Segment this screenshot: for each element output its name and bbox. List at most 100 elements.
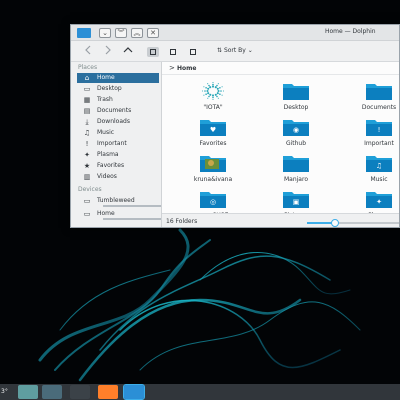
title-bar[interactable]: ⌄ ︾ ︽ ✕ Home — Dolphin xyxy=(71,25,399,41)
file-item-kruna-ivana[interactable]: kruna&ivana xyxy=(185,153,241,187)
sort-by-button[interactable]: ⇅ Sort By ⌄ xyxy=(217,47,253,54)
shade-button[interactable]: ⌄ xyxy=(99,28,111,38)
places-heading: Places xyxy=(78,64,98,71)
zoom-slider[interactable] xyxy=(307,219,399,227)
file-label: Important xyxy=(364,140,394,147)
drive-usage-bar xyxy=(103,218,163,220)
file-item-music[interactable]: ♫ Music xyxy=(351,153,399,187)
task-image-viewer[interactable] xyxy=(18,385,38,399)
device-item-label: Home xyxy=(97,210,115,217)
file-item-iota[interactable]: "IOTA" xyxy=(185,81,241,115)
compact-view-button[interactable] xyxy=(167,47,179,57)
minimize-button[interactable]: ︾ xyxy=(115,28,127,38)
taskbar: 3° xyxy=(0,384,400,400)
sidebar-item-downloads[interactable]: ⤓ Downloads xyxy=(77,117,159,127)
up-button[interactable] xyxy=(123,45,133,59)
zoom-slider-handle[interactable] xyxy=(331,219,340,227)
sidebar-item-label: Important xyxy=(97,140,127,147)
toolbar: ⇅ Sort By ⌄ xyxy=(71,42,399,62)
drive-icon: ▭ xyxy=(83,197,91,205)
sidebar-item-label: Downloads xyxy=(97,118,130,125)
sidebar-item-videos[interactable]: ▥ Videos xyxy=(77,172,159,182)
svg-text:◎: ◎ xyxy=(210,198,216,206)
file-item-important[interactable]: ! Important xyxy=(351,117,399,151)
device-item-label: Tumbleweed xyxy=(97,197,135,204)
sidebar-item-music[interactable]: ♫ Music xyxy=(77,128,159,138)
sidebar-item-trash[interactable]: ▦ Trash xyxy=(77,95,159,105)
folder-icon: ♥ xyxy=(199,117,227,137)
file-view: > Home "IOTA" Desktop Documents ♥ Favorites ◉… xyxy=(162,62,399,227)
sidebar-item-important[interactable]: ! Important xyxy=(77,139,159,149)
file-item-documents[interactable]: Documents xyxy=(351,81,399,115)
plasma-icon: ✦ xyxy=(84,151,90,159)
back-button[interactable] xyxy=(83,45,93,59)
videos-icon: ▥ xyxy=(83,173,91,181)
file-label: Music xyxy=(370,176,388,183)
folder-count: 16 Folders xyxy=(166,218,198,225)
trash-icon: ▦ xyxy=(83,96,91,104)
sidebar-item-documents[interactable]: ▤ Documents xyxy=(77,106,159,116)
task-system-settings[interactable] xyxy=(70,385,90,399)
sidebar-item-label: Documents xyxy=(97,107,132,114)
compact-view-icon xyxy=(170,49,176,55)
devices-heading: Devices xyxy=(78,186,102,193)
file-label: Desktop xyxy=(283,104,309,111)
desktop-icon: ▭ xyxy=(83,85,91,93)
chevron-right-icon xyxy=(105,45,111,55)
details-view-icon xyxy=(190,49,196,55)
file-item-desktop[interactable]: Desktop xyxy=(268,81,324,115)
task-dolphin[interactable] xyxy=(123,384,145,400)
file-item-manjaro[interactable]: Manjaro xyxy=(268,153,324,187)
file-item-favorites[interactable]: ♥ Favorites xyxy=(185,117,241,151)
file-label: Manjaro xyxy=(283,176,308,183)
maximize-button[interactable]: ︽ xyxy=(131,28,143,38)
sidebar-item-favorites[interactable]: ★ Favorites xyxy=(77,161,159,171)
location-bar[interactable]: > Home xyxy=(162,62,399,75)
forward-button[interactable] xyxy=(103,45,113,59)
folder-icon xyxy=(365,81,393,101)
status-bar: 16 Folders xyxy=(162,213,399,227)
sidebar-item-desktop[interactable]: ▭ Desktop xyxy=(77,84,159,94)
file-item-github[interactable]: ◉ Github xyxy=(268,117,324,151)
sidebar-item-label: Plasma xyxy=(97,151,119,158)
file-label: Github xyxy=(285,140,307,147)
dolphin-window: ⌄ ︾ ︽ ✕ Home — Dolphin ⇅ Sort By ⌄ Place… xyxy=(70,24,400,228)
file-label: kruna&ivana xyxy=(193,176,233,183)
svg-text:◉: ◉ xyxy=(293,126,299,134)
svg-text:!: ! xyxy=(378,126,381,134)
sidebar-item-label: Home xyxy=(97,74,115,81)
path-chevron-icon: > xyxy=(169,64,175,72)
sidebar-item-home[interactable]: ⌂ Home xyxy=(77,73,159,83)
downloads-icon: ⤓ xyxy=(85,118,89,126)
iota-logo-icon xyxy=(199,81,227,101)
folder-icon: ◎ xyxy=(199,189,227,209)
dolphin-app-icon[interactable] xyxy=(77,28,91,38)
sidebar-item-label: Desktop xyxy=(97,85,122,92)
icons-view-button[interactable] xyxy=(147,47,159,57)
file-label: Favorites xyxy=(199,140,227,147)
folder-icon: ◉ xyxy=(282,117,310,137)
music-icon: ♫ xyxy=(83,129,91,137)
breadcrumb[interactable]: Home xyxy=(177,65,196,72)
folder-icon: ▣ xyxy=(282,189,310,209)
chevron-up-icon xyxy=(123,47,133,53)
folder-icon: ♫ xyxy=(365,153,393,173)
drive-usage-bar xyxy=(103,205,163,207)
svg-text:✦: ✦ xyxy=(376,198,382,206)
sidebar-item-label: Music xyxy=(97,129,115,136)
sort-icon: ⇅ xyxy=(217,47,223,54)
important-icon: ! xyxy=(85,140,89,148)
chevron-left-icon xyxy=(85,45,91,55)
file-label: "IOTA" xyxy=(203,104,223,111)
icons-view-icon xyxy=(150,49,156,55)
chevron-down-icon: ⌄ xyxy=(247,47,253,54)
sidebar-item-label: Favorites xyxy=(97,162,125,169)
device-item-home[interactable]: ▭ Home xyxy=(77,209,163,220)
window-title: Home — Dolphin xyxy=(325,28,376,35)
device-item-tumbleweed[interactable]: ▭ Tumbleweed xyxy=(77,196,163,207)
sidebar-item-plasma[interactable]: ✦ Plasma xyxy=(77,150,159,160)
task-gallery[interactable] xyxy=(42,385,62,399)
task-firefox[interactable] xyxy=(98,385,118,399)
close-button[interactable]: ✕ xyxy=(147,28,159,38)
details-view-button[interactable] xyxy=(187,47,199,57)
